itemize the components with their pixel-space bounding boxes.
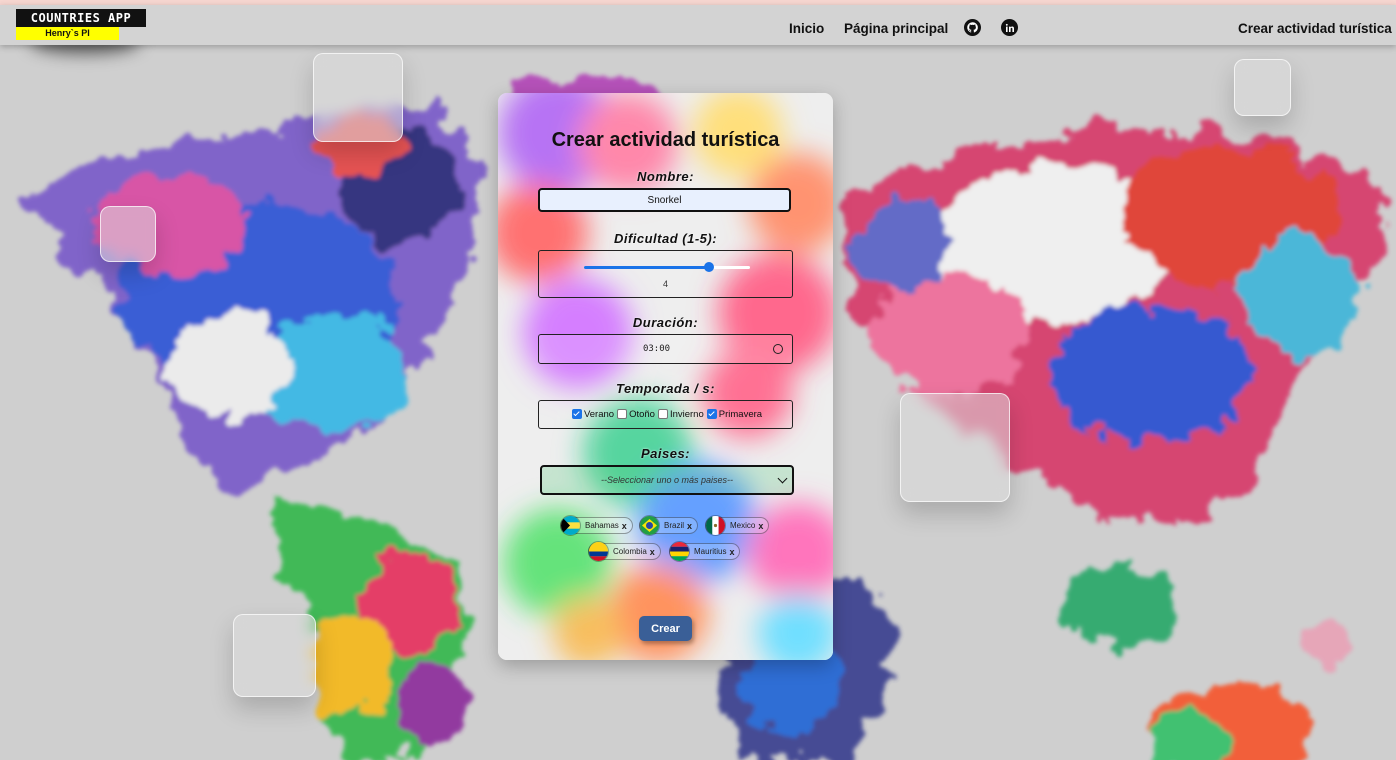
- logo-subtitle: Henry`s PI: [16, 27, 119, 40]
- form-title: Crear actividad turística: [551, 129, 780, 151]
- season-checkbox-label: Verano: [583, 409, 615, 420]
- glass-tile: [900, 393, 1010, 502]
- glass-tile: [313, 53, 403, 142]
- remove-chip-button[interactable]: x: [758, 521, 763, 531]
- colombia-flag-icon: [588, 541, 609, 562]
- remove-chip-button[interactable]: x: [729, 547, 734, 557]
- difficulty-value: 4: [662, 279, 668, 289]
- name-label: Nombre:: [637, 169, 694, 184]
- app-logo[interactable]: COUNTRIES APP Henry`s PI: [16, 9, 146, 40]
- navbar: COUNTRIES APP Henry`s PI Inicio Página p…: [0, 5, 1396, 45]
- difficulty-label: Dificultad (1-5):: [613, 231, 718, 246]
- season-checkbox[interactable]: [657, 409, 668, 420]
- github-icon[interactable]: [964, 19, 981, 36]
- difficulty-slider[interactable]: [584, 262, 750, 272]
- season-box: Verano Otoño Invierno Primavera: [538, 400, 793, 429]
- chevron-down-icon: [777, 473, 788, 484]
- crear-button[interactable]: Crear: [639, 616, 692, 641]
- glass-tile: [100, 206, 156, 262]
- linkedin-icon[interactable]: [1001, 19, 1018, 36]
- nav-link-inicio[interactable]: Inicio: [789, 21, 824, 36]
- season-option-verano[interactable]: Verano: [569, 409, 614, 420]
- glass-tile: [1234, 59, 1291, 116]
- chip-label: Colombia: [613, 547, 647, 556]
- season-option-invierno[interactable]: Invierno: [655, 409, 704, 420]
- remove-chip-button[interactable]: x: [650, 547, 655, 557]
- mauritius-flag-icon: [669, 541, 690, 562]
- chip-label: Bahamas: [585, 521, 619, 530]
- glass-tile: [233, 614, 316, 697]
- season-option-primavera[interactable]: Primavera: [704, 409, 762, 420]
- difficulty-box: 4: [538, 250, 793, 298]
- season-checkbox[interactable]: [706, 409, 717, 420]
- season-checkbox-label: Otoño: [629, 409, 655, 420]
- countries-label: Paises:: [640, 446, 691, 461]
- brazil-flag-icon: [639, 515, 660, 536]
- create-activity-card: Crear actividad turística Nombre: Dificu…: [498, 93, 833, 660]
- countries-select[interactable]: --Seleccionar uno o más paises--: [540, 465, 794, 495]
- season-checkbox[interactable]: [617, 409, 628, 420]
- bahamas-flag-icon: [560, 515, 581, 536]
- season-label: Temporada / s:: [616, 381, 715, 396]
- duration-input[interactable]: 03:00: [538, 334, 793, 364]
- nav-link-crear-actividad[interactable]: Crear actividad turística: [1238, 21, 1392, 36]
- season-checkbox[interactable]: [571, 409, 582, 420]
- country-chip-colombia: Colombia x: [588, 541, 661, 562]
- chip-label: Mauritius: [694, 547, 727, 556]
- country-chip-mexico: Mexico x: [705, 515, 770, 536]
- name-input[interactable]: [538, 188, 791, 212]
- remove-chip-button[interactable]: x: [687, 521, 692, 531]
- chip-label: Mexico: [730, 521, 756, 530]
- chip-label: Brazil: [664, 521, 685, 530]
- season-checkbox-label: Primavera: [718, 409, 763, 420]
- country-chip-brazil: Brazil x: [639, 515, 699, 536]
- season-checkbox-label: Invierno: [669, 409, 704, 420]
- season-option-otoño[interactable]: Otoño: [614, 409, 655, 420]
- country-chip-bahamas: Bahamas x: [560, 515, 633, 536]
- duration-value: 03:00: [642, 344, 671, 354]
- country-chip-mauritius: Mauritius x: [669, 541, 741, 562]
- season-options: Verano Otoño Invierno Primavera: [539, 409, 792, 420]
- slider-thumb[interactable]: [703, 262, 714, 272]
- nav-link-pagina-principal[interactable]: Página principal: [844, 21, 948, 36]
- countries-select-placeholder: --Seleccionar uno o más paises--: [600, 475, 734, 485]
- clock-icon[interactable]: [773, 344, 783, 354]
- logo-title: COUNTRIES APP: [16, 9, 146, 27]
- mexico-flag-icon: [705, 515, 726, 536]
- slider-fill: [584, 266, 709, 269]
- remove-chip-button[interactable]: x: [622, 521, 627, 531]
- duration-label: Duración:: [632, 315, 699, 330]
